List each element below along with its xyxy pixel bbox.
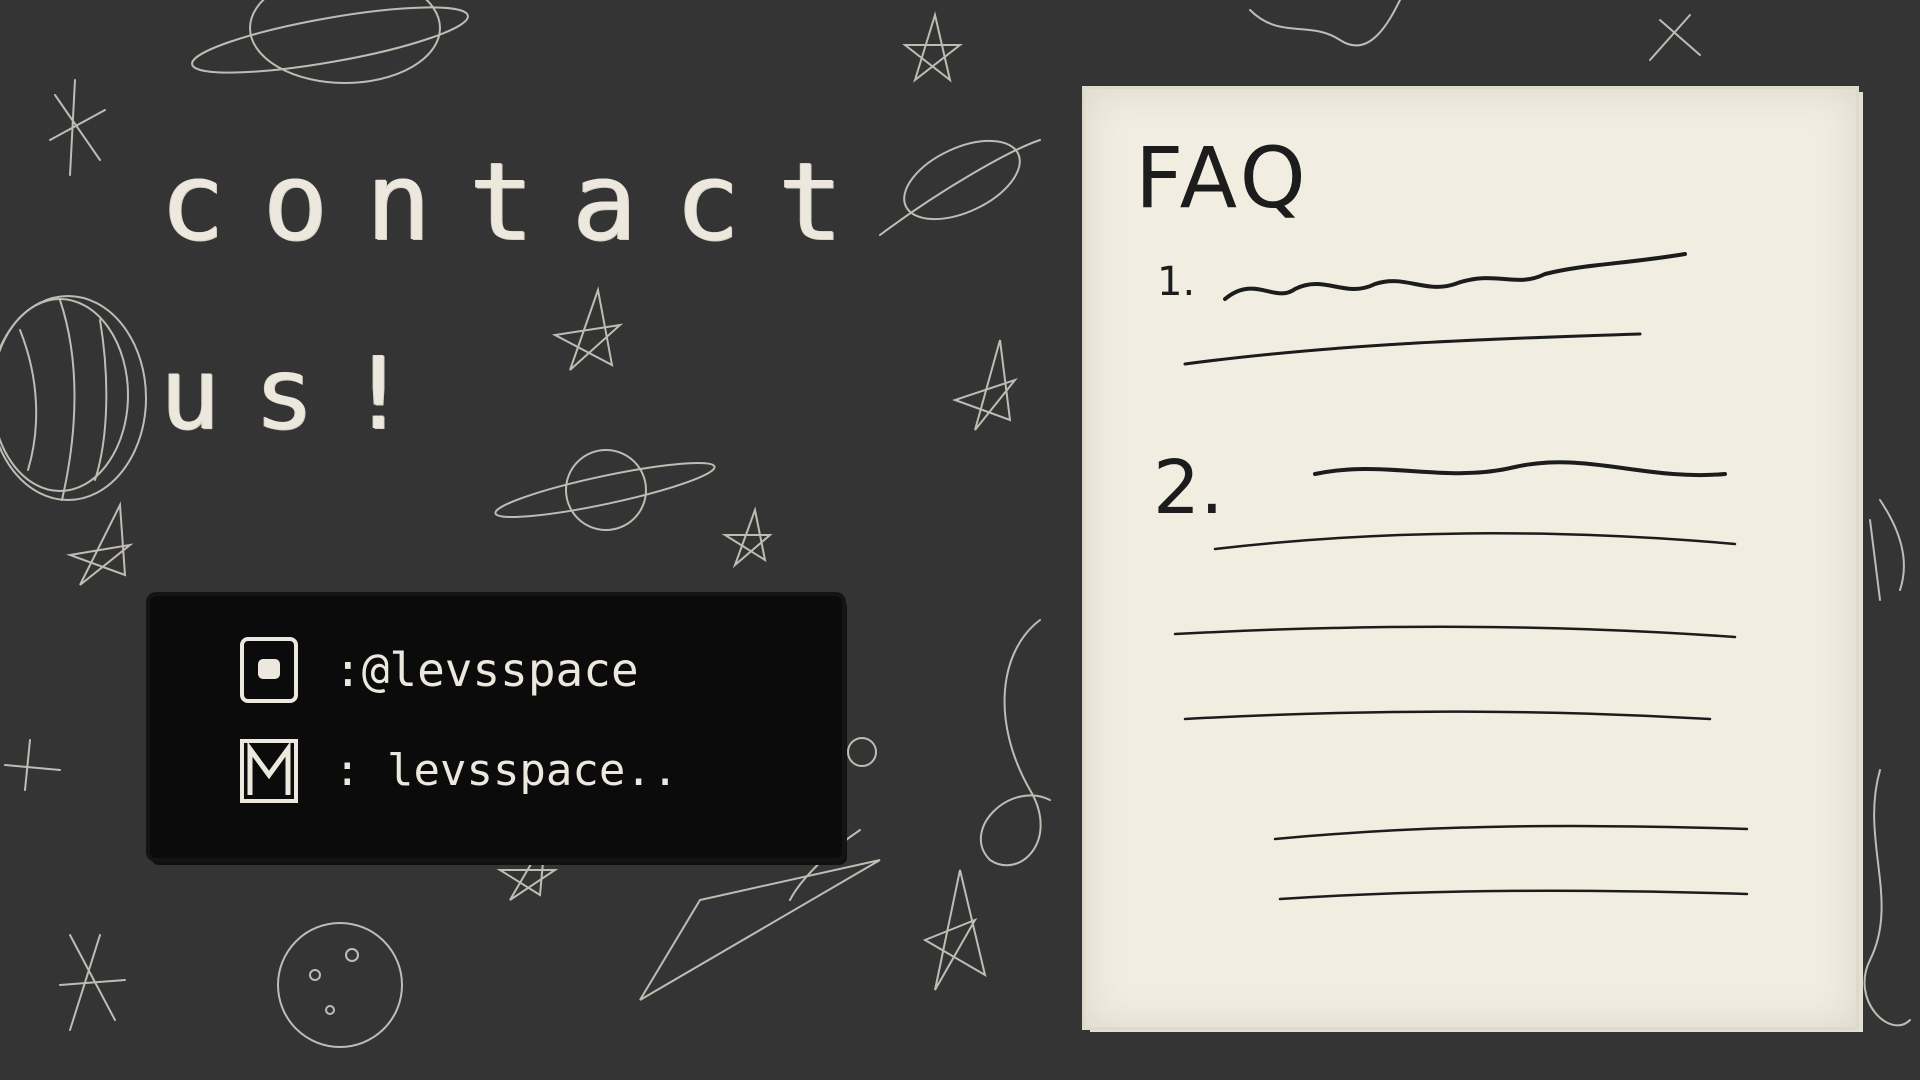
moon-doodle-bottom [277,922,403,1048]
email-row[interactable]: : levsspace.. [238,730,678,810]
instagram-handle: :@levsspace [334,643,639,697]
instagram-icon [240,637,298,703]
faq-item-1-answer-line [1183,332,1642,366]
faq-scribble-lines [1173,252,1749,901]
email-handle: : levsspace.. [334,744,679,796]
faq-item-2-answer-line-2 [1173,625,1737,639]
faq-item-2-answer-line-4 [1273,824,1749,841]
contact-heading-line1: contact [160,140,882,265]
faq-item-2-answer-line-1 [1213,532,1737,551]
faq-sheet: FAQ 1. 2. [1082,86,1859,1030]
faq-item-1-question-line [1223,252,1687,301]
instagram-row[interactable]: :@levsspace [238,630,639,710]
planet-doodle-right [879,139,1041,236]
contact-heading-line2: us! [160,335,443,452]
planet-doodle-middle [494,449,716,531]
contact-info-box: :@levsspace : levsspace.. [150,596,842,858]
planet-doodle-top [191,0,469,84]
faq-item-2-answer-line-5 [1278,889,1749,901]
gmail-icon [240,739,298,803]
planet-doodle-left [0,295,147,501]
faq-item-2-answer-line-3 [1183,710,1712,721]
faq-item-2-question-line [1313,460,1727,478]
